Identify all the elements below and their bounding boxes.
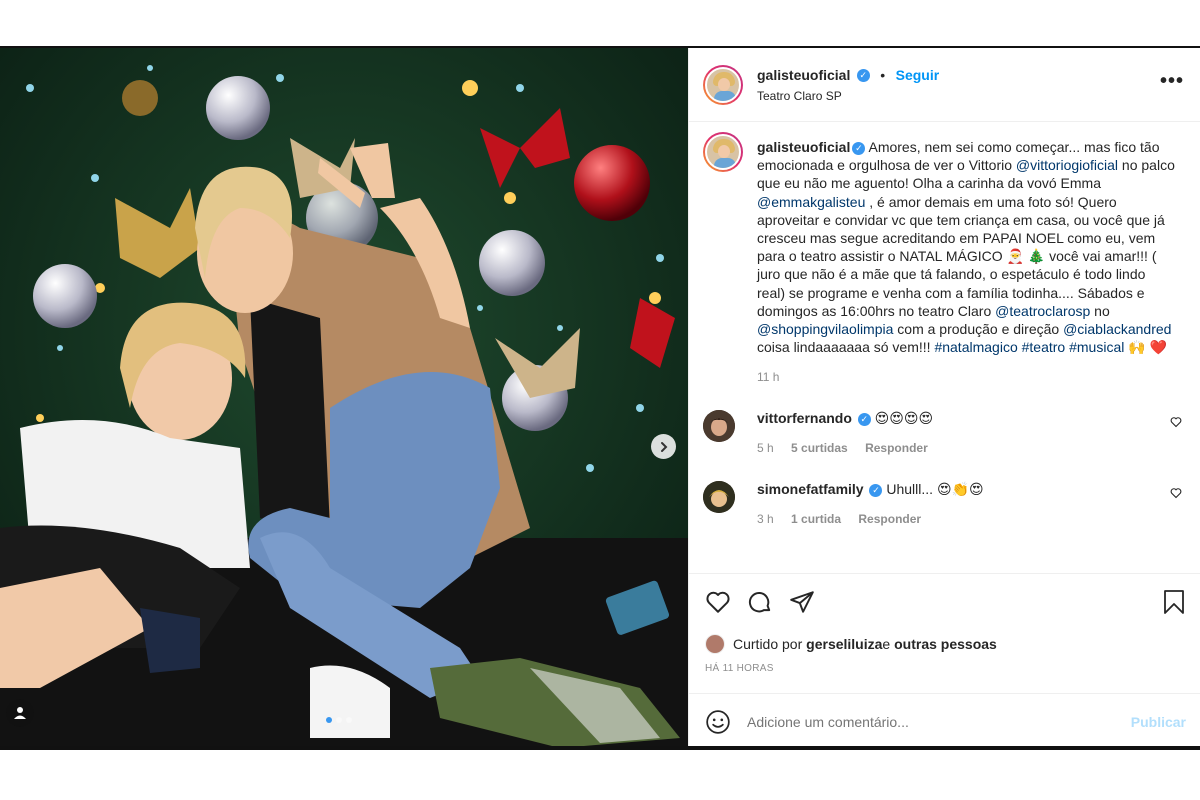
- comment-text: 😍😍😍😍: [874, 410, 934, 427]
- comment-item: simonefatfamily ✓ Uhulll... 😍👏😍 3 h 1 cu…: [703, 481, 1184, 526]
- mention-link[interactable]: @vittoriogioficial: [1016, 157, 1118, 173]
- comment-time: 5 h: [757, 441, 774, 456]
- comment-likes[interactable]: 5 curtidas: [791, 441, 848, 455]
- bookmark-icon: [1164, 589, 1184, 614]
- verified-badge-icon: ✓: [856, 68, 870, 82]
- comment-username[interactable]: simonefatfamily: [757, 481, 864, 497]
- post-details-panel: galisteuoficial ✓ • Seguir Teatro Claro …: [688, 48, 1200, 749]
- carousel-dot: [326, 717, 332, 723]
- caption-time: 11 h: [757, 370, 780, 385]
- caption-part: , é amor demais em uma foto só! Quero ap…: [757, 193, 1165, 319]
- liker-avatar[interactable]: [705, 634, 725, 654]
- like-comment-heart-icon[interactable]: [1170, 487, 1182, 499]
- publish-button[interactable]: Publicar: [1131, 714, 1186, 730]
- comment-bubble-icon: [748, 591, 771, 612]
- comment-text: Uhulll... 😍👏😍: [886, 481, 984, 498]
- post-location[interactable]: Teatro Claro SP: [757, 89, 939, 103]
- reply-button[interactable]: Responder: [865, 441, 928, 455]
- posted-time: HÁ 11 HORAS: [705, 663, 774, 674]
- caption: galisteuoficial ✓ Amores, nem sei como co…: [703, 132, 1184, 356]
- mention-link[interactable]: @emmakgalisteu: [757, 194, 865, 210]
- liked-by: Curtido por gerseliluiza e outras pessoa…: [689, 629, 1200, 659]
- verified-badge-icon: ✓: [857, 413, 871, 427]
- user-icon: [14, 707, 26, 719]
- liked-by-middle: e: [882, 636, 891, 652]
- caption-part: no: [1090, 302, 1110, 319]
- like-comment-heart-icon[interactable]: [1170, 416, 1182, 428]
- chevron-right-icon: [660, 441, 667, 452]
- caption-part: coisa lindaaaaaaa só vem!!!: [757, 339, 935, 356]
- post-photo[interactable]: [0, 48, 688, 749]
- comments-section: galisteuoficial ✓ Amores, nem sei como co…: [689, 122, 1200, 573]
- comment-username[interactable]: vittorfernando: [757, 410, 852, 426]
- hashtag-link[interactable]: #teatro: [1022, 339, 1066, 355]
- more-options-icon[interactable]: •••: [1160, 70, 1184, 93]
- liked-by-prefix: Curtido por: [733, 636, 803, 652]
- add-comment-bar: Publicar: [689, 693, 1200, 749]
- save-button[interactable]: [1162, 589, 1186, 615]
- next-image-button[interactable]: [651, 434, 676, 459]
- heart-icon: [706, 591, 730, 613]
- reply-button[interactable]: Responder: [858, 512, 921, 526]
- mention-link[interactable]: @teatroclarosp: [995, 303, 1090, 319]
- author-avatar[interactable]: [703, 64, 743, 105]
- instagram-post: galisteuoficial ✓ • Seguir Teatro Claro …: [0, 48, 1200, 749]
- carousel-dot: [336, 717, 342, 723]
- caption-username[interactable]: galisteuoficial: [757, 139, 850, 155]
- comment-button[interactable]: [747, 589, 773, 615]
- hashtag-link[interactable]: #natalmagico: [934, 339, 1017, 355]
- smiley-icon: [706, 709, 730, 734]
- commenter-avatar[interactable]: [703, 481, 735, 514]
- comment-item: vittorfernando ✓ 😍😍😍😍 5 h 5 curtidas Res…: [703, 410, 1184, 455]
- author-username[interactable]: galisteuoficial: [757, 67, 850, 83]
- hashtag-link[interactable]: #musical: [1069, 339, 1124, 355]
- liker-username[interactable]: gerseliluiza: [806, 636, 882, 652]
- post-header: galisteuoficial ✓ • Seguir Teatro Claro …: [689, 48, 1200, 122]
- caption-text: galisteuoficial ✓ Amores, nem sei como co…: [757, 138, 1177, 356]
- comment-input[interactable]: [747, 713, 1131, 730]
- comment-time: 3 h: [757, 512, 774, 527]
- mention-link[interactable]: @shoppingvilaolimpia: [757, 321, 893, 337]
- others-link[interactable]: outras pessoas: [894, 636, 997, 652]
- carousel-dot: [346, 717, 352, 723]
- caption-part: 🙌 ❤️: [1124, 339, 1168, 356]
- post-actions-bar: [689, 573, 1200, 629]
- comment-likes[interactable]: 1 curtida: [791, 512, 841, 526]
- verified-badge-icon: ✓: [869, 484, 883, 498]
- commenter-avatar[interactable]: [703, 410, 735, 443]
- caption-part: com a produção e direção: [893, 321, 1064, 338]
- carousel-indicator: [326, 717, 352, 723]
- bottom-border: [0, 746, 1200, 750]
- like-button[interactable]: [705, 589, 731, 615]
- tagged-users-button[interactable]: [6, 699, 34, 727]
- share-button[interactable]: [789, 589, 815, 615]
- christmas-tree-photo: [0, 48, 688, 749]
- caption-avatar[interactable]: [703, 132, 743, 172]
- paper-plane-icon: [790, 590, 814, 613]
- follow-button[interactable]: Seguir: [896, 67, 940, 83]
- separator-dot: •: [880, 66, 886, 83]
- verified-badge-icon: ✓: [852, 141, 866, 155]
- mention-link[interactable]: @ciablackandred: [1063, 321, 1171, 337]
- emoji-button[interactable]: [705, 709, 731, 735]
